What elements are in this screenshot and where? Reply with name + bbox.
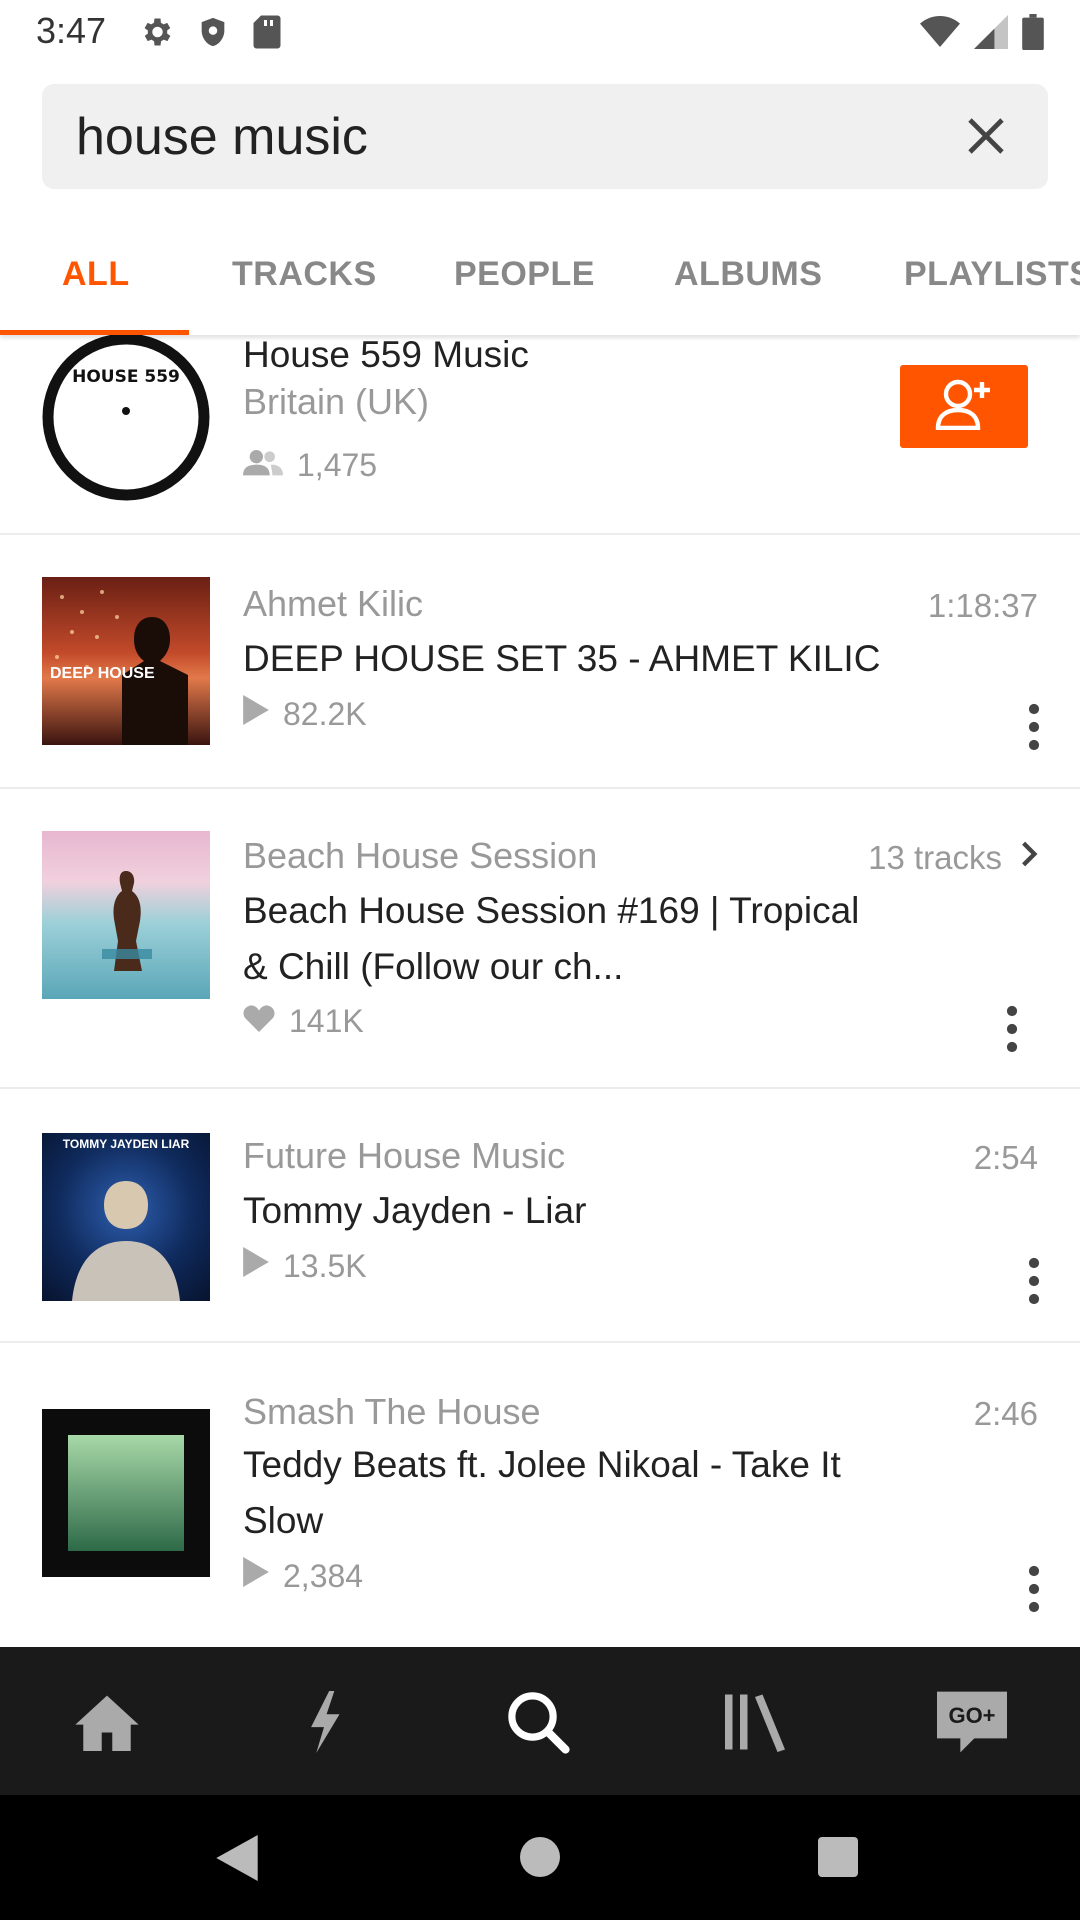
play-count: 82.2K: [243, 695, 367, 733]
search-icon[interactable]: [503, 1687, 573, 1757]
status-time: 3:47: [36, 10, 107, 51]
user-location: Britain (UK): [243, 381, 430, 422]
list-item[interactable]: TOMMY JAYDEN LIAR Future House Music 2:5…: [0, 1089, 1080, 1343]
list-item[interactable]: DEEP HOUSE Ahmet Kilic 1:18:37 DEEP HOUS…: [0, 535, 1080, 789]
play-icon: [243, 695, 269, 733]
chevron-right-icon: [1020, 839, 1038, 877]
track-artist: Future House Music: [243, 1135, 566, 1176]
likes-count: 141K: [243, 1003, 364, 1040]
track-artwork: TOMMY JAYDEN LIAR: [42, 1133, 210, 1301]
tab-all[interactable]: ALL: [62, 255, 130, 294]
active-tab-indicator: [0, 330, 189, 335]
system-navigation-bar: [0, 1795, 1080, 1920]
playlist-artwork: [42, 831, 210, 999]
avatar-logo-text: HOUSE 559: [72, 367, 180, 387]
followers-count: 1,475: [243, 447, 377, 484]
home-icon[interactable]: [72, 1687, 142, 1757]
play-count-value: 13.5K: [283, 1247, 367, 1284]
play-count-value: 2,384: [283, 1557, 364, 1594]
heart-icon: [243, 1003, 275, 1040]
tab-playlists[interactable]: PLAYLISTS: [904, 255, 1080, 294]
track-artist: Ahmet Kilic: [243, 583, 424, 624]
list-item[interactable]: Beach House Session 13 tracks Beach Hous…: [0, 789, 1080, 1089]
status-bar: 3:47: [0, 0, 1080, 66]
search-input[interactable]: [76, 104, 936, 170]
playlist-title: Beach House Session #169 | Tropical & Ch…: [243, 890, 860, 987]
tab-people[interactable]: PEOPLE: [454, 255, 595, 294]
user-name: House 559 Music: [243, 335, 529, 375]
track-duration: 2:54: [973, 1139, 1038, 1176]
close-icon[interactable]: [962, 112, 1010, 160]
track-duration: 2:46: [973, 1395, 1038, 1432]
recents-icon[interactable]: [818, 1837, 858, 1882]
stream-icon[interactable]: [289, 1687, 359, 1757]
library-icon[interactable]: [720, 1687, 790, 1757]
artwork-text: DEEP HOUSE: [50, 665, 155, 682]
gear-icon: [138, 14, 174, 55]
playlist-owner: Beach House Session: [243, 835, 598, 876]
battery-icon: [1022, 14, 1044, 55]
track-artwork: [42, 1409, 210, 1577]
list-item[interactable]: HOUSE 559 House 559 Music Britain (UK) 1…: [0, 335, 1080, 535]
list-item[interactable]: Smash The House 2:46 Teddy Beats ft. Jol…: [0, 1343, 1080, 1647]
bottom-navigation: GO+: [0, 1647, 1080, 1795]
tab-albums[interactable]: ALBUMS: [674, 255, 822, 294]
more-options-icon[interactable]: [1022, 1257, 1046, 1305]
track-title: Tommy Jayden - Liar: [243, 1190, 587, 1231]
play-count: 13.5K: [243, 1247, 367, 1285]
play-icon: [243, 1247, 269, 1285]
more-options-icon[interactable]: [1022, 1565, 1046, 1613]
signal-icon: [974, 15, 1008, 54]
add-user-icon: [933, 378, 995, 435]
play-icon: [243, 1557, 269, 1595]
follow-button[interactable]: [900, 365, 1028, 448]
likes-count-value: 141K: [289, 1003, 364, 1039]
artwork-text: TOMMY JAYDEN LIAR: [62, 1137, 190, 1151]
results-list: HOUSE 559 House 559 Music Britain (UK) 1…: [0, 335, 1080, 1647]
followers-value: 1,475: [297, 447, 378, 483]
play-count: 2,384: [243, 1557, 363, 1595]
home-circle-icon[interactable]: [520, 1837, 560, 1882]
track-duration: 1:18:37: [927, 587, 1038, 624]
more-options-icon[interactable]: [1000, 1005, 1024, 1053]
tracks-count-label: 13 tracks: [868, 839, 1002, 876]
search-bar: [42, 84, 1048, 189]
shield-icon: [196, 14, 230, 55]
playlist-track-count: 13 tracks: [868, 839, 1038, 877]
back-icon[interactable]: [216, 1835, 258, 1886]
track-title: Teddy Beats ft. Jolee Nikoal - Take It S…: [243, 1444, 841, 1541]
wifi-icon: [920, 15, 960, 54]
sd-card-icon: [252, 14, 282, 55]
more-options-icon[interactable]: [1022, 703, 1046, 751]
go-plus-icon[interactable]: GO+: [936, 1687, 1008, 1757]
go-plus-label: GO+: [948, 1703, 996, 1728]
user-avatar: HOUSE 559: [42, 335, 210, 501]
play-count-value: 82.2K: [283, 695, 367, 732]
search-tabs: ALL TRACKS PEOPLE ALBUMS PLAYLISTS: [0, 225, 1080, 335]
followers-icon: [243, 447, 283, 484]
tab-tracks[interactable]: TRACKS: [232, 255, 377, 294]
track-artwork: DEEP HOUSE: [42, 577, 210, 745]
track-title: DEEP HOUSE SET 35 - AHMET KILIC: [243, 638, 881, 679]
track-artist: Smash The House: [243, 1391, 541, 1432]
